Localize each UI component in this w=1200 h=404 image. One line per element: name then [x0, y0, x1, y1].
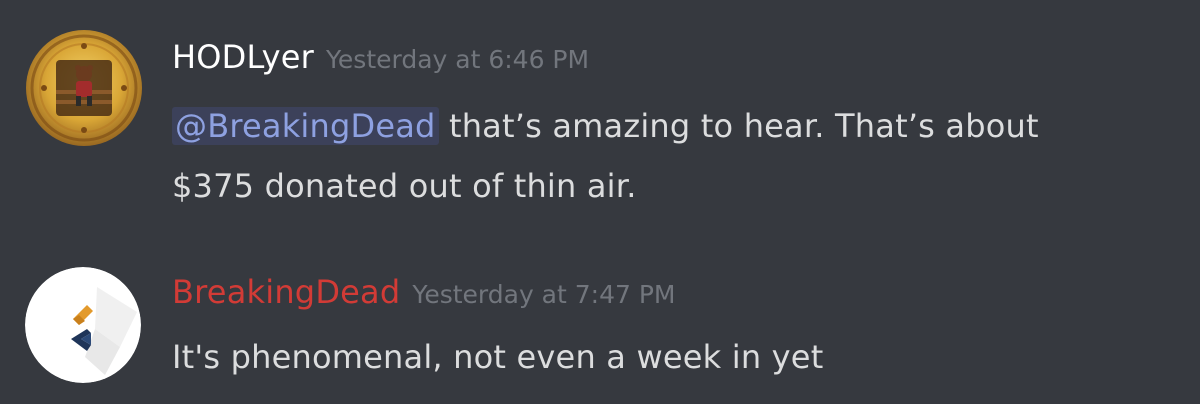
message-text-line-2: $375 donated out of thin air.: [172, 167, 637, 205]
message-item: HODLyer Yesterday at 6:46 PM @BreakingDe…: [0, 0, 1200, 230]
message-timestamp: Yesterday at 7:47 PM: [412, 280, 676, 309]
message-header: HODLyer Yesterday at 6:46 PM: [172, 38, 589, 76]
message-text-line-1: that’s amazing to hear. That’s about: [438, 107, 1039, 145]
message-content: It's phenomenal, not even a week in yet: [172, 327, 1172, 387]
chevron-logo-icon: [25, 267, 141, 383]
username[interactable]: HODLyer: [172, 38, 314, 76]
message-header: BreakingDead Yesterday at 7:47 PM: [172, 273, 676, 311]
chat-message-list: HODLyer Yesterday at 6:46 PM @BreakingDe…: [0, 0, 1200, 404]
user-avatar[interactable]: [25, 267, 141, 383]
message-text: It's phenomenal, not even a week in yet: [172, 338, 824, 376]
bear-album-cover-icon: [26, 30, 142, 146]
message-item: BreakingDead Yesterday at 7:47 PM It's p…: [0, 230, 1200, 404]
message-timestamp: Yesterday at 6:46 PM: [325, 45, 590, 74]
user-avatar[interactable]: [26, 30, 142, 146]
message-content: @BreakingDead that’s amazing to hear. Th…: [172, 96, 1172, 216]
username[interactable]: BreakingDead: [172, 273, 400, 311]
user-mention[interactable]: @BreakingDead: [172, 107, 439, 145]
